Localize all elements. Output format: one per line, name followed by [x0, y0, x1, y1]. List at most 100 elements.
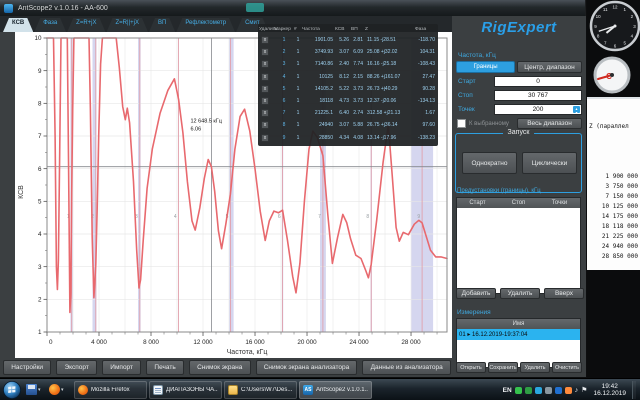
stop-input[interactable]: 30 767: [494, 90, 582, 101]
tray-firefox-icon[interactable]: [565, 387, 572, 394]
analyzer-data-button[interactable]: Данные из анализатора: [362, 360, 451, 375]
delete-measurement-button[interactable]: Удалить: [520, 362, 550, 373]
marker-row: x5114105.25.223.7326.73 +j40.2990.28: [259, 83, 438, 95]
tab-z-series[interactable]: Z=R+jX: [67, 18, 105, 32]
marker-dataset: 1: [294, 86, 302, 92]
taskbar-explorer[interactable]: C:\Users\W7\Des...: [224, 381, 297, 399]
clock-numeral: 11: [603, 7, 608, 12]
import-button[interactable]: Импорт: [102, 360, 141, 375]
clock-numeral: 10: [596, 14, 602, 19]
marker-impedance: 13.14 -j17.96: [365, 135, 415, 141]
y-tick-label: 5: [38, 199, 42, 206]
marker-column-header: КСВ: [335, 27, 351, 32]
x-tick-label: 12 000: [193, 339, 213, 346]
tab-vp[interactable]: ВП: [149, 18, 175, 32]
marker-dataset: 1: [294, 37, 302, 43]
desktop-gadgets[interactable]: 121234567891011C: [587, 0, 640, 97]
save-measurement-button[interactable]: Сохранить: [488, 362, 518, 373]
marker-row: x111901.055.262.8111.15 -j28.51-118.70: [259, 34, 438, 46]
tray-volume-icon[interactable]: ♪: [575, 387, 579, 394]
marker-impedance: 88.26 +j161.07: [365, 74, 415, 80]
limits-mode-button[interactable]: Границы: [456, 61, 515, 73]
taskbar-button-label: AntScope2 v.1.0.1...: [316, 387, 368, 393]
tray-skype-icon[interactable]: [535, 387, 542, 394]
to-selected-checkbox[interactable]: [457, 119, 466, 128]
tray-globe-icon[interactable]: [555, 387, 562, 394]
taskbar-notepad[interactable]: ДИАПАЗОНЫ ЧА...: [149, 381, 222, 399]
taskbar-firefox[interactable]: Mozilla Firefox: [74, 381, 147, 399]
measurements-table[interactable]: Имя 01 ▸ 16.12.2019-19:37:04: [456, 318, 581, 368]
measurement-item[interactable]: 01 ▸ 16.12.2019-19:37:04: [457, 329, 580, 340]
marker-dataset: 1: [294, 61, 302, 67]
notepad-window[interactable]: Z (параллел 1 900 0003 750 0007 150 0001…: [587, 97, 640, 270]
start-input[interactable]: 0: [494, 76, 582, 87]
marker-delete-button[interactable]: x: [261, 73, 269, 81]
delete-preset-button[interactable]: Удалить: [500, 288, 540, 299]
presets-table[interactable]: СтартСтопТочки: [456, 197, 581, 294]
y-tick-label: 3: [38, 264, 42, 271]
marker-swr: 3.07: [335, 122, 351, 128]
marker-frequency: 24940: [302, 122, 335, 128]
marker-swr: 8.12: [335, 74, 351, 80]
export-button[interactable]: Экспорт: [56, 360, 97, 375]
marker-delete-button[interactable]: x: [261, 85, 269, 93]
marker-phase: 104.31: [415, 49, 437, 55]
marker-delete-button[interactable]: x: [261, 60, 269, 68]
full-range-button[interactable]: Весь диапазон: [517, 118, 582, 129]
marker-phase: 27.47: [415, 74, 437, 80]
center-span-mode-button[interactable]: Центр, диапазон: [517, 61, 582, 73]
taskbar-clock[interactable]: 19:42 16.12.2019: [590, 383, 629, 398]
marker-delete-button[interactable]: x: [261, 97, 269, 105]
marker-delete-button[interactable]: x: [261, 36, 269, 44]
tab-z-parallel[interactable]: Z=R||+jX: [107, 18, 148, 32]
chevron-down-icon[interactable]: ▾: [38, 387, 41, 393]
tab-faza[interactable]: Фаза: [34, 18, 66, 32]
marker-return-loss: 5.88: [351, 122, 365, 128]
tray-antivirus-icon[interactable]: [515, 387, 522, 394]
run-single-button[interactable]: Однократно: [462, 152, 517, 174]
presets-table-body[interactable]: [457, 208, 580, 293]
show-desktop-button[interactable]: [632, 381, 636, 399]
screenshot-button[interactable]: Снимок экрана: [189, 360, 251, 375]
points-input[interactable]: 200 ▴▾: [494, 104, 582, 115]
notepad-frequency-line: 10 125 000: [587, 203, 638, 213]
marker-delete-button[interactable]: x: [261, 109, 269, 117]
tray-device-icon[interactable]: [545, 387, 552, 394]
notepad-frequency-line: 18 118 000: [587, 223, 638, 233]
marker-delete-button[interactable]: x: [261, 121, 269, 129]
quicklaunch-save[interactable]: ▾: [26, 384, 41, 395]
marker-row: x81249403.075.8826.75 +j36.1497.60: [259, 119, 438, 131]
settings-button[interactable]: Настройки: [3, 360, 51, 375]
print-button[interactable]: Печать: [146, 360, 184, 375]
chevron-down-icon[interactable]: ▾: [61, 387, 64, 393]
up-preset-button[interactable]: Вверх: [544, 288, 584, 299]
marker-phase: 90.28: [415, 86, 437, 92]
language-indicator[interactable]: EN: [503, 387, 512, 394]
tray-network-activity-icon[interactable]: [525, 387, 532, 394]
notepad-frequency-line: 14 175 000: [587, 213, 638, 223]
presets-label: Предустановки (границы), кГц: [457, 188, 541, 194]
analyzer-screenshot-button[interactable]: Снимок экрана анализатора: [256, 360, 358, 375]
points-spinner-icon[interactable]: ▴▾: [573, 106, 580, 113]
tab-reflectometer[interactable]: Рефлектометр: [176, 18, 235, 32]
marker-delete-button[interactable]: x: [261, 48, 269, 56]
add-preset-button[interactable]: Добавить: [456, 288, 496, 299]
start-button[interactable]: [2, 380, 22, 400]
marker-return-loss: 4.08: [351, 135, 365, 141]
clock-numeral: 12: [612, 4, 618, 9]
marker-number: 1: [274, 37, 294, 43]
marker-impedance: 26.75 +j36.14: [365, 122, 415, 128]
tab-ksv[interactable]: КСВ: [3, 18, 33, 32]
taskbar-antscope[interactable]: ASAntScope2 v.1.0.1...: [299, 381, 372, 399]
tray-flag-icon[interactable]: ⚑: [581, 387, 587, 394]
marker-swr: 4.34: [335, 135, 351, 141]
open-measurement-button[interactable]: Открыть: [456, 362, 486, 373]
marker-delete-button[interactable]: x: [261, 134, 269, 142]
firefox-icon: [49, 384, 60, 395]
titlebar[interactable]: AntScope2 v.1.0.16 - AA-600: [0, 0, 585, 16]
quicklaunch-firefox[interactable]: ▾: [49, 384, 64, 395]
presets-column-header: Точки: [539, 200, 580, 206]
notepad-icon: [153, 385, 163, 395]
clear-measurements-button[interactable]: Очистить: [552, 362, 582, 373]
run-cyclic-button[interactable]: Циклически: [522, 152, 577, 174]
